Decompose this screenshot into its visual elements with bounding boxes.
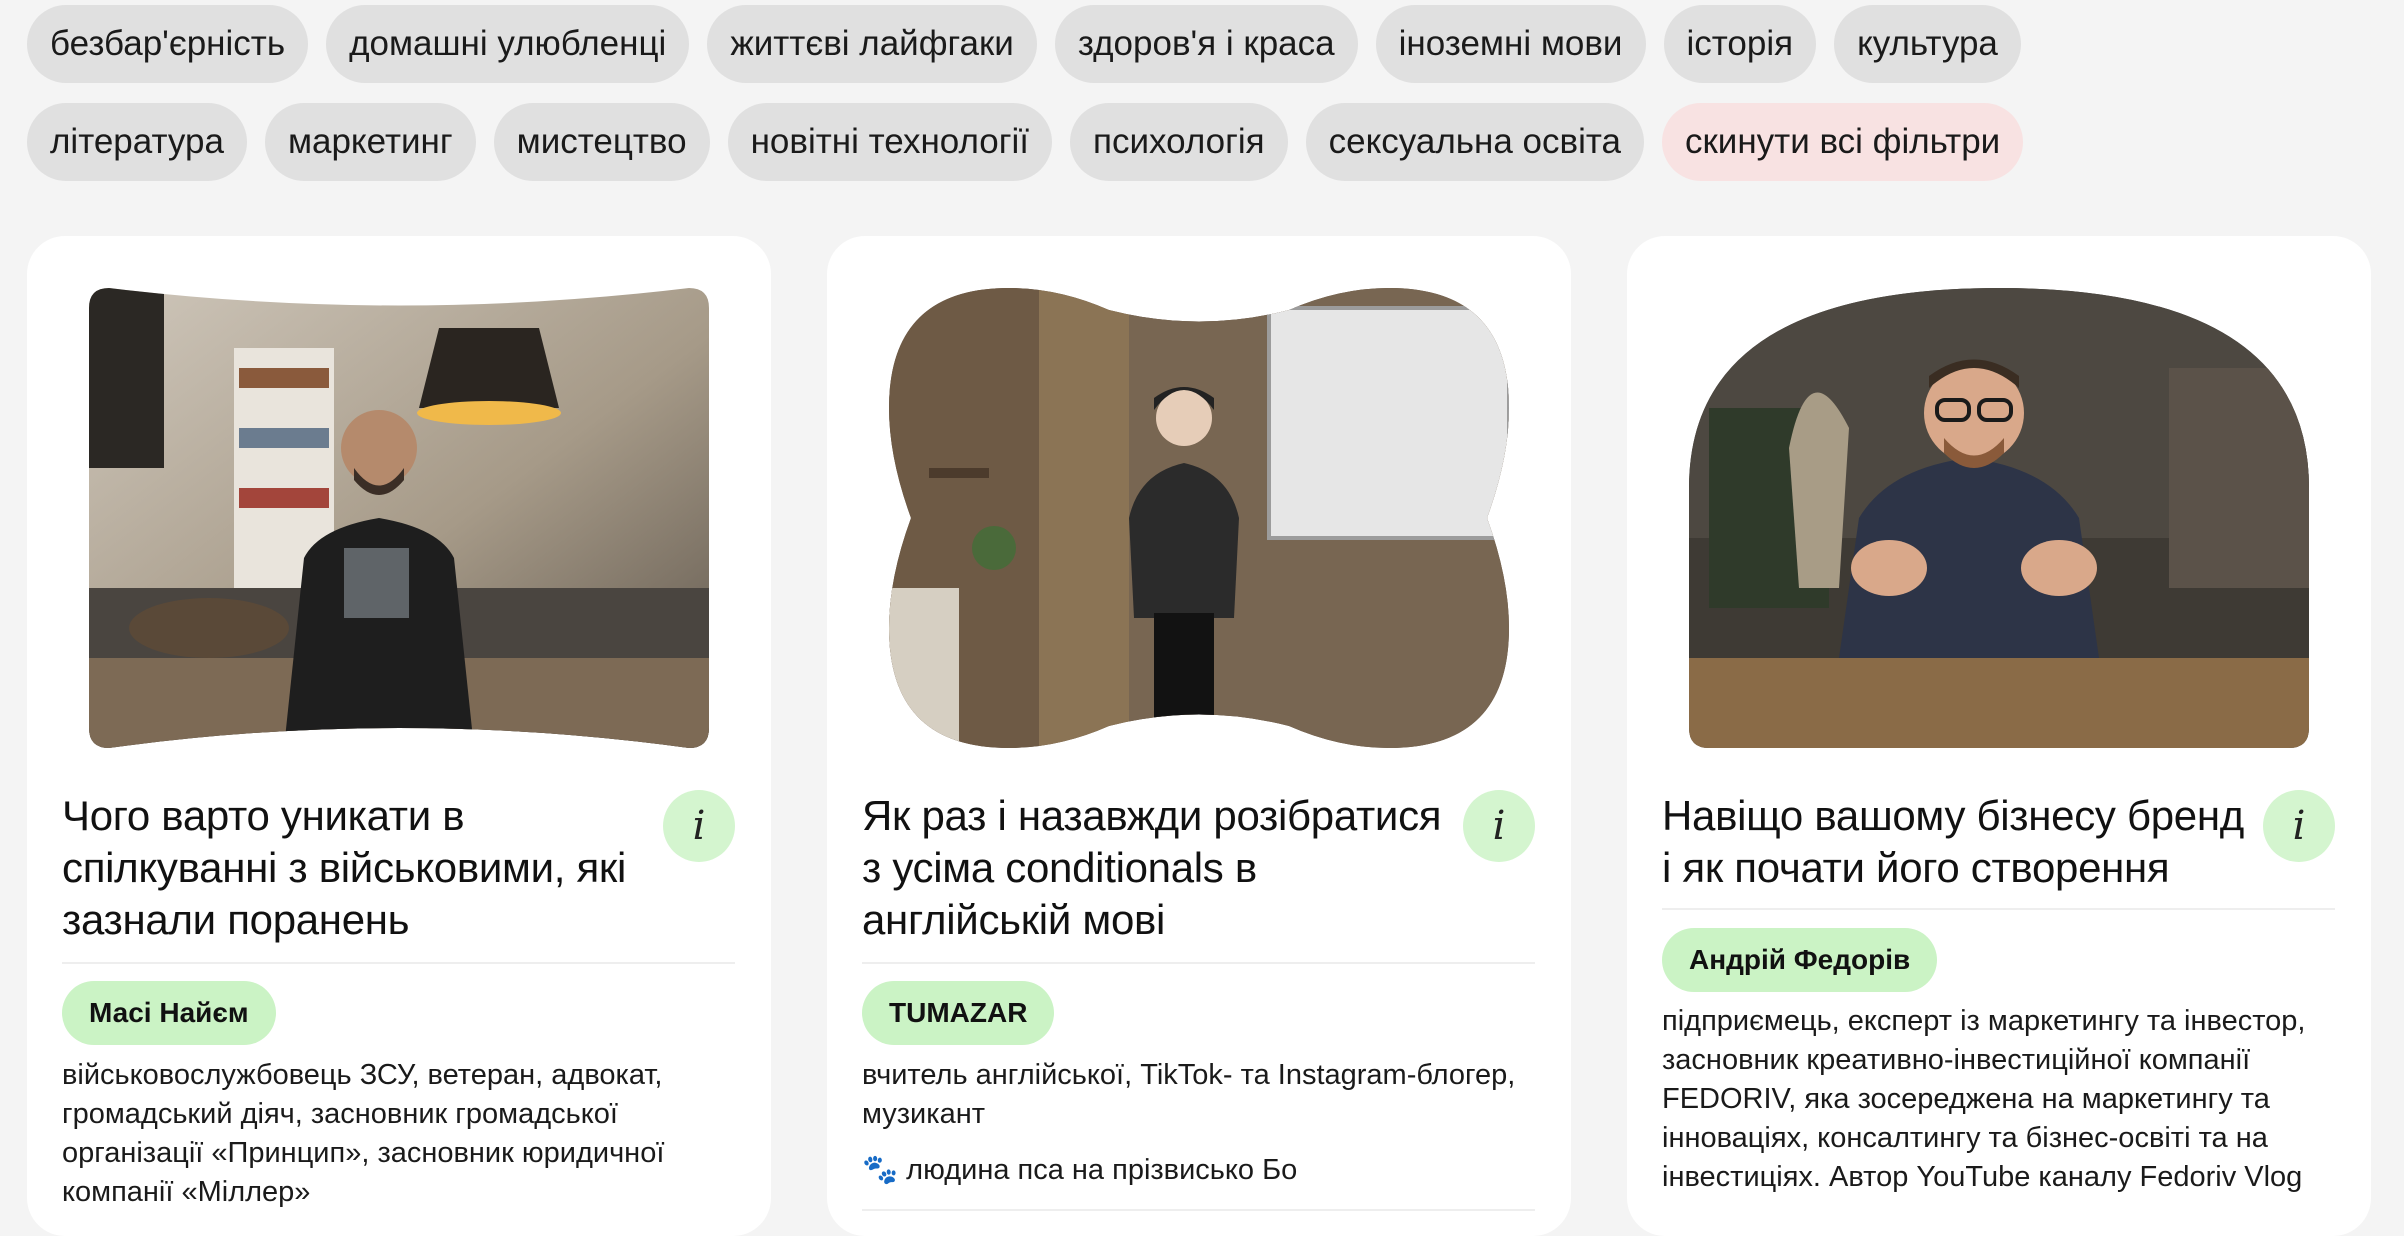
filter-chip-foreign-languages[interactable]: іноземні мови [1375,5,1646,83]
filter-chip-history[interactable]: історія [1663,5,1817,83]
lecture-title[interactable]: Як раз і назавжди розібратися з усіма co… [862,790,1462,946]
filter-chip-psychology[interactable]: психологія [1070,103,1288,181]
lecture-title[interactable]: Навіщо вашому бізнесу бренд і як почати … [1662,790,2262,894]
card-divider [862,962,1535,964]
lecture-photo [889,288,1509,748]
lecture-card[interactable]: Як раз і назавжди розібратися з усіма co… [827,236,1571,1236]
filter-chip-lifehacks[interactable]: життєві лайфгаки [707,5,1037,83]
info-button[interactable]: i [1463,790,1535,862]
author-badge[interactable]: TUMAZAR [862,981,1055,1045]
filter-chip-sex-education[interactable]: сексуальна освіта [1305,103,1644,181]
filter-chip-art[interactable]: мистецтво [493,103,710,181]
author-bio: військовослужбовець ЗСУ, ветеран, адвока… [62,1059,665,1208]
filter-chip-new-technologies[interactable]: новітні технології [727,103,1053,181]
card-divider [862,1209,1535,1211]
lecture-title[interactable]: Чого варто уникати в спілкуванні з війсь… [62,790,662,946]
author-badge[interactable]: Андрій Федорів [1662,928,1938,992]
author-bio: вчитель англійської, TikTok- та Instagra… [862,1059,1516,1130]
filter-row-1: безбар'єрність домашні улюбленці життєві… [27,5,2387,83]
info-button[interactable]: i [2263,790,2335,862]
card-divider [1662,908,2335,910]
filter-chip-pets[interactable]: домашні улюбленці [326,5,690,83]
filter-chip-accessibility[interactable]: безбар'єрність [27,5,309,83]
filter-row-2: література маркетинг мистецтво новітні т… [27,103,2387,181]
reset-filters-button[interactable]: скинути всі фільтри [1661,103,2024,181]
filter-chip-marketing[interactable]: маркетинг [264,103,476,181]
author-note: 🐾 людина пса на прізвисько Бо [862,1154,1298,1186]
lecture-photo [89,288,709,748]
card-divider [62,962,735,964]
info-button[interactable]: i [663,790,735,862]
author-bio: підприємець, експерт із маркетингу та ін… [1662,1005,2306,1193]
lecture-photo [1689,288,2309,748]
author-badge[interactable]: Масі Найєм [62,981,276,1045]
lecture-card[interactable]: Навіщо вашому бізнесу бренд і як почати … [1627,236,2371,1236]
filter-chips: безбар'єрність домашні улюбленці життєві… [27,5,2387,201]
filter-chip-health-beauty[interactable]: здоров'я і краса [1054,5,1358,83]
filter-chip-literature[interactable]: література [27,103,247,181]
lecture-card[interactable]: Чого варто уникати в спілкуванні з війсь… [27,236,771,1236]
filter-chip-culture[interactable]: культура [1834,5,2021,83]
